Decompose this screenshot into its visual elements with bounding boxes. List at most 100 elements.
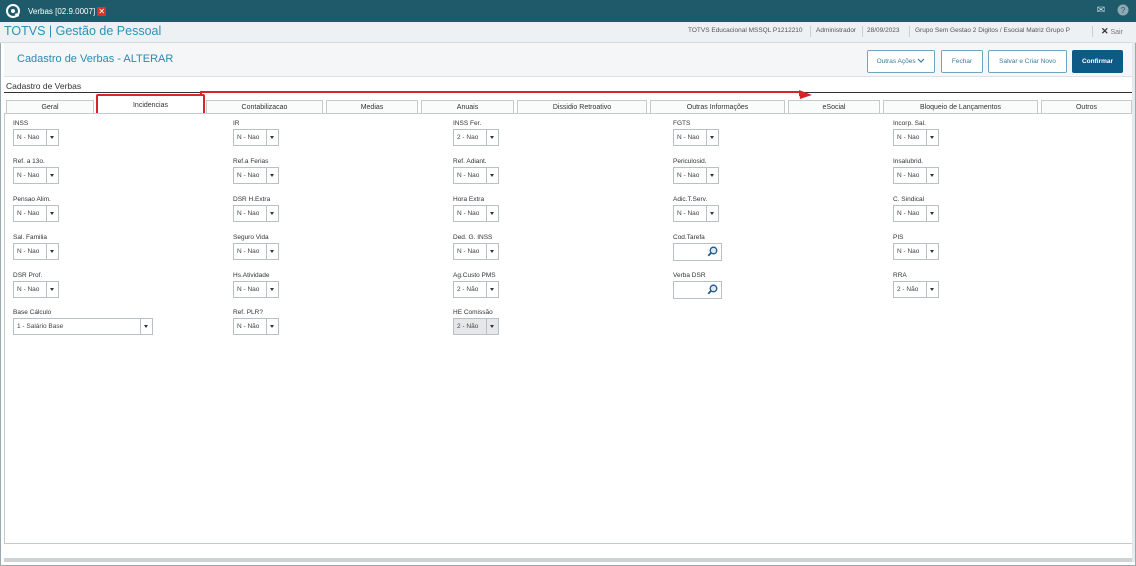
chevron-down-icon bbox=[266, 206, 278, 221]
window-tab[interactable]: Verbas [02.9.0007] ✕ bbox=[26, 4, 107, 19]
select-value: N - Nao bbox=[17, 248, 40, 255]
ref-plr-select[interactable]: N - Não bbox=[233, 318, 279, 335]
sal-familia-select[interactable]: N - Nao bbox=[13, 243, 59, 260]
chevron-down-icon bbox=[486, 282, 498, 297]
rra-select[interactable]: 2 - Não bbox=[893, 281, 939, 298]
section-divider bbox=[4, 92, 1132, 93]
ded-g-inss-select[interactable]: N - Nao bbox=[453, 243, 499, 260]
hora-extra-select[interactable]: N - Nao bbox=[453, 205, 499, 222]
ref-13-select[interactable]: N - Nao bbox=[13, 167, 59, 184]
insalubrid-select[interactable]: N - Nao bbox=[893, 167, 939, 184]
tab-outras-informacoes[interactable]: Outras Informações bbox=[650, 100, 785, 114]
ref-ferias-select[interactable]: N - Nao bbox=[233, 167, 279, 184]
mail-icon[interactable]: ✉ bbox=[1094, 4, 1108, 18]
tab-bloqueio-lancamentos[interactable]: Bloqueio de Lançamentos bbox=[883, 100, 1038, 114]
c-sindical-select[interactable]: N - Nao bbox=[893, 205, 939, 222]
select-value: N - Nao bbox=[237, 172, 260, 179]
incorp-sal-select[interactable]: N - Nao bbox=[893, 129, 939, 146]
field-verba-dsr: Verba DSR bbox=[673, 271, 722, 299]
tab-dissidio-retroativo[interactable]: Dissidio Retroativo bbox=[517, 100, 647, 114]
adic-tserv-select[interactable]: N - Nao bbox=[673, 205, 719, 222]
chevron-down-icon bbox=[926, 168, 938, 183]
horizontal-scrollbar[interactable] bbox=[4, 558, 1132, 562]
verba-dsr-lookup[interactable] bbox=[673, 281, 722, 299]
dsr-h-extra-select[interactable]: N - Nao bbox=[233, 205, 279, 222]
field-label: Ref.a Ferias bbox=[233, 158, 269, 165]
window-topbar: Verbas [02.9.0007] ✕ ✉ ? bbox=[0, 0, 1136, 22]
field-adic-tserv: Adic.T.Serv. N - Nao bbox=[673, 195, 719, 222]
select-value: N - Nao bbox=[897, 172, 920, 179]
chevron-down-icon bbox=[266, 168, 278, 183]
field-label: PIS bbox=[893, 234, 904, 241]
chevron-down-icon bbox=[706, 168, 718, 183]
more-actions-button[interactable]: Outras Ações bbox=[867, 50, 935, 73]
save-new-button[interactable]: Salvar e Criar Novo bbox=[988, 50, 1067, 73]
page-title: Cadastro de Verbas - ALTERAR bbox=[17, 53, 174, 65]
environment-info: TOTVS Educacional MSSQL P1212210 bbox=[688, 27, 803, 34]
more-actions-label: Outras Ações bbox=[876, 58, 916, 65]
company-info: Grupo Sem Gestao 2 Digitos / Esocial Mat… bbox=[915, 27, 1070, 34]
field-label: Ref. PLR? bbox=[233, 309, 263, 316]
select-value: N - Nao bbox=[237, 134, 260, 141]
chevron-down-icon bbox=[46, 282, 58, 297]
help-icon[interactable]: ? bbox=[1116, 4, 1130, 18]
field-label: Sal. Familia bbox=[13, 234, 47, 241]
field-label: Ref. a 13o. bbox=[13, 158, 45, 165]
select-value: 2 - Nao bbox=[457, 134, 479, 141]
chevron-down-icon bbox=[266, 282, 278, 297]
confirm-button[interactable]: Confirmar bbox=[1072, 50, 1123, 73]
select-value: N - Nao bbox=[677, 210, 700, 217]
vertical-scrollbar[interactable] bbox=[1132, 42, 1135, 562]
search-icon[interactable] bbox=[707, 246, 718, 257]
field-label: Base Cálculo bbox=[13, 309, 52, 316]
select-value: 2 - Não bbox=[457, 323, 479, 330]
base-calculo-select[interactable]: 1 - Salário Base bbox=[13, 318, 153, 335]
page-titlebar: Cadastro de Verbas - ALTERAR Outras Açõe… bbox=[4, 43, 1132, 77]
close-tab-icon[interactable]: ✕ bbox=[97, 7, 107, 17]
inss-select[interactable]: N - Nao bbox=[13, 129, 59, 146]
ref-adiant-select[interactable]: N - Nao bbox=[453, 167, 499, 184]
chevron-down-icon bbox=[46, 168, 58, 183]
chevron-down-icon bbox=[486, 244, 498, 259]
seguro-vida-select[interactable]: N - Nao bbox=[233, 243, 279, 260]
field-inss: INSS N - Nao bbox=[13, 119, 59, 146]
pis-select[interactable]: N - Nao bbox=[893, 243, 939, 260]
chevron-down-icon bbox=[46, 130, 58, 145]
tab-medias[interactable]: Medias bbox=[326, 100, 418, 114]
tab-esocial[interactable]: eSocial bbox=[788, 100, 880, 114]
field-base-calculo: Base Cálculo 1 - Salário Base bbox=[13, 308, 153, 335]
hs-atividade-select[interactable]: N - Nao bbox=[233, 281, 279, 298]
chevron-down-icon bbox=[926, 244, 938, 259]
dsr-prof-select[interactable]: N - Nao bbox=[13, 281, 59, 298]
inss-fer-select[interactable]: 2 - Nao bbox=[453, 129, 499, 146]
ir-select[interactable]: N - Nao bbox=[233, 129, 279, 146]
select-value: 2 - Não bbox=[897, 286, 919, 293]
tab-outros[interactable]: Outros bbox=[1041, 100, 1132, 114]
cod-tarefa-lookup[interactable] bbox=[673, 243, 722, 261]
select-value: N - Nao bbox=[457, 172, 480, 179]
select-value: N - Nao bbox=[17, 286, 40, 293]
field-ded-g-inss: Ded. G. INSS N - Nao bbox=[453, 233, 499, 260]
field-ref-plr: Ref. PLR? N - Não bbox=[233, 308, 279, 335]
search-icon[interactable] bbox=[707, 284, 718, 295]
field-sal-familia: Sal. Familia N - Nao bbox=[13, 233, 59, 260]
select-value: N - Nao bbox=[897, 210, 920, 217]
close-button[interactable]: Fechar bbox=[941, 50, 983, 73]
ag-custo-pms-select[interactable]: 2 - Não bbox=[453, 281, 499, 298]
chevron-down-icon bbox=[926, 206, 938, 221]
field-ref-adiant: Ref. Adiant. N - Nao bbox=[453, 157, 499, 184]
tab-contabilizacao[interactable]: Contabilizacao bbox=[206, 100, 323, 114]
field-label: Seguro Vida bbox=[233, 234, 269, 241]
periculosid-select[interactable]: N - Nao bbox=[673, 167, 719, 184]
fgts-select[interactable]: N - Nao bbox=[673, 129, 719, 146]
tab-anuais[interactable]: Anuais bbox=[421, 100, 514, 114]
field-seguro-vida: Seguro Vida N - Nao bbox=[233, 233, 279, 260]
tab-geral[interactable]: Geral bbox=[6, 100, 94, 114]
exit-button[interactable]: ✕ Sair bbox=[1101, 26, 1123, 37]
select-value: N - Nao bbox=[677, 134, 700, 141]
totvs-logo-icon bbox=[6, 4, 20, 18]
pensao-alim-select[interactable]: N - Nao bbox=[13, 205, 59, 222]
chevron-down-icon bbox=[46, 206, 58, 221]
field-ref-13: Ref. a 13o. N - Nao bbox=[13, 157, 59, 184]
field-label: DSR H.Extra bbox=[233, 196, 271, 203]
